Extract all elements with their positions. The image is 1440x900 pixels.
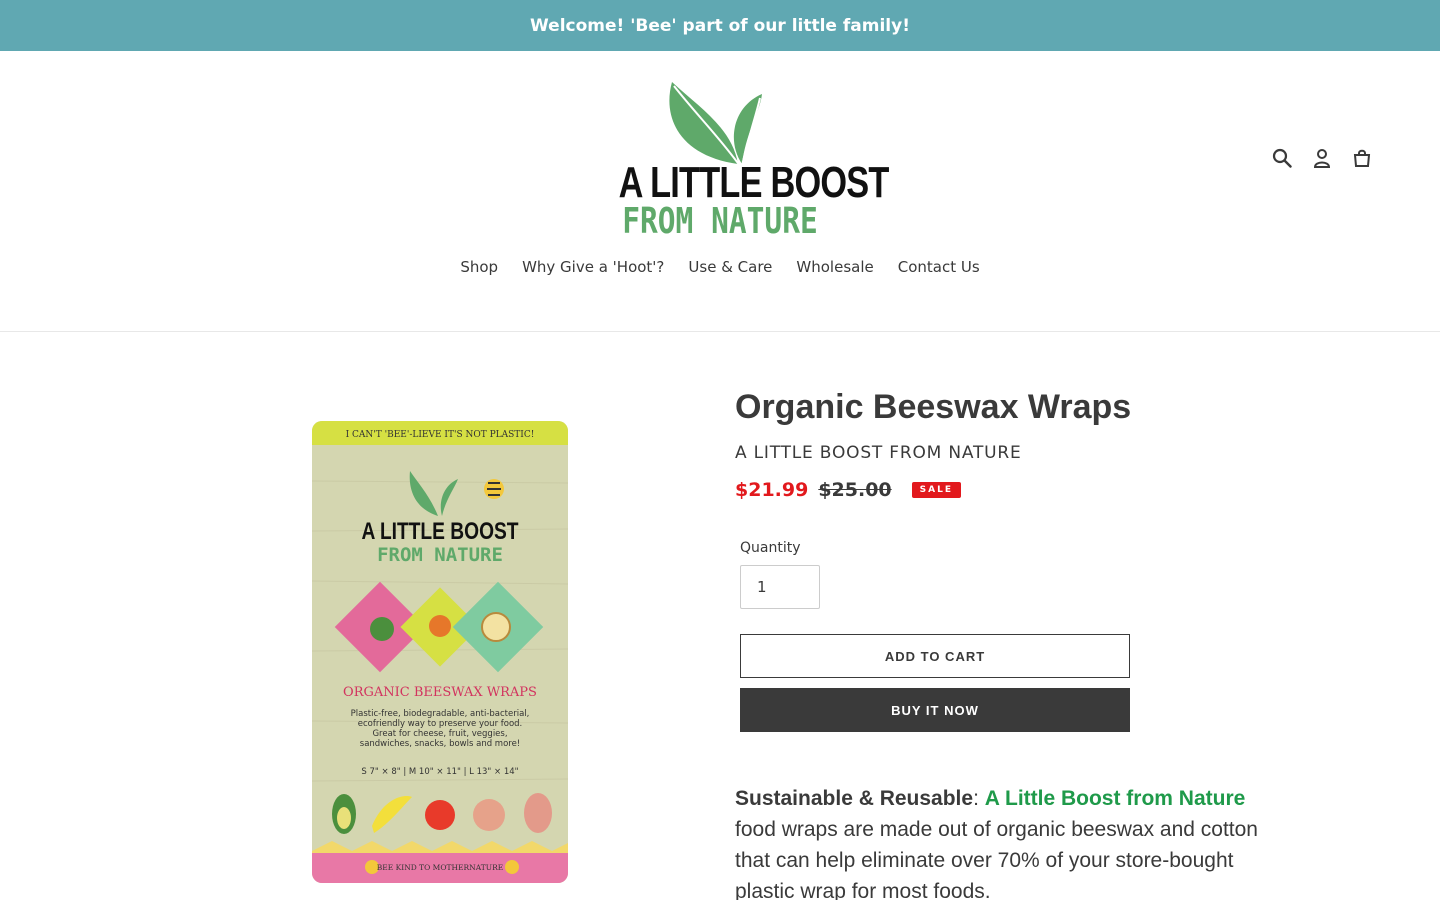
logo-text-line2: FROM NATURE xyxy=(622,201,818,242)
buy-it-now-button[interactable]: BUY IT NOW xyxy=(740,688,1130,732)
product-vendor: A LITTLE BOOST FROM NATURE xyxy=(735,443,1022,463)
announcement-text: Welcome! 'Bee' part of our little family… xyxy=(530,15,910,36)
cart-icon[interactable] xyxy=(1348,145,1376,171)
package-brand-line2: FROM NATURE xyxy=(377,544,503,566)
package-brand-line1: A LITTLE BOOST xyxy=(361,517,519,545)
quantity-input[interactable] xyxy=(740,565,820,609)
nav-item-wholesale[interactable]: Wholesale xyxy=(784,258,885,276)
header-actions xyxy=(1268,145,1376,171)
sale-badge: SALE xyxy=(911,482,961,498)
package-tagline-1: Plastic-free, biodegradable, anti-bacter… xyxy=(351,709,530,719)
description-body: food wraps are made out of organic beesw… xyxy=(735,818,1258,900)
sale-price: $21.99 xyxy=(735,479,809,501)
announcement-bar: Welcome! 'Bee' part of our little family… xyxy=(0,0,1440,51)
product-title: Organic Beeswax Wraps xyxy=(735,388,1132,426)
package-bottom-banner: BEE KIND TO MOTHERNATURE xyxy=(377,863,503,872)
leaves-icon xyxy=(669,82,762,167)
product-package-illustration: I CAN'T 'BEE'-LIEVE IT'S NOT PLASTIC! A … xyxy=(312,421,568,883)
search-icon[interactable] xyxy=(1268,145,1296,171)
add-to-cart-button[interactable]: ADD TO CART xyxy=(740,634,1130,678)
main-nav: Shop Why Give a 'Hoot'? Use & Care Whole… xyxy=(0,258,1440,276)
nav-item-shop[interactable]: Shop xyxy=(448,258,510,276)
package-tagline-2: ecofriendly way to preserve your food. xyxy=(358,719,523,729)
quantity-label: Quantity xyxy=(740,540,801,556)
nav-item-contact-us[interactable]: Contact Us xyxy=(886,258,992,276)
nav-item-why-give-a-hoot[interactable]: Why Give a 'Hoot'? xyxy=(510,258,676,276)
product-description: Sustainable & Reusable: A Little Boost f… xyxy=(735,783,1275,900)
package-tagline-3: Great for cheese, fruit, veggies, xyxy=(372,729,507,739)
package-product-name: ORGANIC BEESWAX WRAPS xyxy=(343,685,537,700)
description-colon: : xyxy=(973,787,979,810)
package-sizes: S 7" × 8" | M 10" × 11" | L 13" × 14" xyxy=(361,767,518,777)
site-logo[interactable]: A LITTLE BOOST FROM NATURE xyxy=(590,78,889,242)
account-icon[interactable] xyxy=(1308,145,1336,171)
compare-price: $25.00 xyxy=(818,479,892,501)
brand-link[interactable]: A Little Boost from Nature xyxy=(985,787,1246,810)
header-divider xyxy=(0,331,1440,332)
nav-item-use-care[interactable]: Use & Care xyxy=(676,258,784,276)
package-top-banner: I CAN'T 'BEE'-LIEVE IT'S NOT PLASTIC! xyxy=(346,430,535,440)
package-tagline-4: sandwiches, snacks, bowls and more! xyxy=(360,739,520,749)
price-row: $21.99 $25.00 SALE xyxy=(735,479,961,501)
product-image[interactable]: I CAN'T 'BEE'-LIEVE IT'S NOT PLASTIC! A … xyxy=(312,421,568,883)
description-heading: Sustainable & Reusable xyxy=(735,787,974,810)
